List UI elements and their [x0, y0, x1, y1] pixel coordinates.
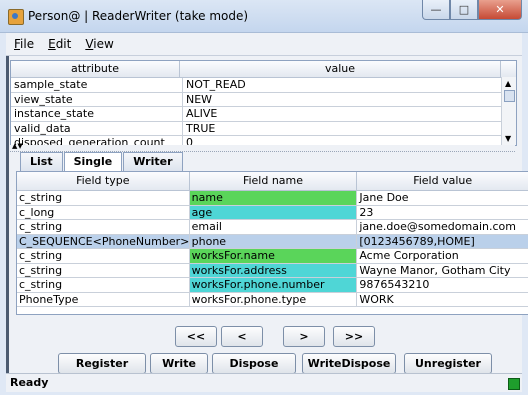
- table-row[interactable]: PhoneType worksFor.phone.type WORK: [17, 292, 528, 307]
- table-row[interactable]: c_string email jane.doe@somedomain.com: [17, 220, 528, 235]
- menu-view[interactable]: View: [85, 37, 113, 51]
- last-sample-button[interactable]: >>: [333, 326, 375, 347]
- value-cell: NOT_READ: [183, 78, 507, 92]
- write-dispose-button[interactable]: WriteDispose: [302, 353, 396, 374]
- menu-file[interactable]: File: [14, 37, 34, 51]
- column-header-value[interactable]: value: [180, 61, 501, 77]
- application-window: Person@ | ReaderWriter (take mode) — □ ✕…: [0, 0, 528, 395]
- field-name-cell: worksFor.address: [189, 263, 358, 277]
- column-header-field-name[interactable]: Field name: [190, 172, 358, 190]
- status-indicator-icon: [508, 378, 520, 390]
- first-sample-button[interactable]: <<: [175, 326, 217, 347]
- column-header-field-type[interactable]: Field type: [17, 172, 190, 190]
- column-header-field-value[interactable]: Field value: [357, 172, 528, 190]
- table-row[interactable]: c_string worksFor.phone.number 9876543210: [17, 278, 528, 293]
- tab-strip: List Single Writer: [20, 152, 184, 172]
- table-row[interactable]: c_string name Jane Doe: [17, 191, 528, 206]
- table-row[interactable]: sample_state NOT_READ: [11, 78, 516, 93]
- maximize-button[interactable]: □: [450, 0, 478, 20]
- write-button[interactable]: Write: [150, 353, 208, 374]
- status-text: Ready: [10, 376, 49, 389]
- field-type-cell: c_string: [17, 278, 190, 292]
- field-name-cell: worksFor.phone.number: [189, 278, 358, 292]
- scroll-down-icon[interactable]: ▼: [505, 134, 511, 143]
- unregister-button[interactable]: Unregister: [404, 353, 492, 374]
- fields-table: Field type Field name Field value c_stri…: [16, 171, 528, 315]
- menu-edit[interactable]: Edit: [48, 37, 71, 51]
- field-type-cell: c_string: [17, 191, 190, 205]
- field-value-cell[interactable]: Wayne Manor, Gotham City: [357, 264, 528, 278]
- field-value-cell[interactable]: jane.doe@somedomain.com: [357, 220, 528, 234]
- tab-writer[interactable]: Writer: [123, 152, 183, 171]
- field-value-cell[interactable]: Acme Corporation: [357, 249, 528, 263]
- minimize-button[interactable]: —: [422, 0, 450, 20]
- field-value-cell[interactable]: [0123456789,HOME]: [357, 234, 528, 248]
- close-button[interactable]: ✕: [478, 0, 522, 20]
- value-cell: ALIVE: [183, 107, 507, 121]
- table-row[interactable]: valid_data TRUE: [11, 121, 516, 136]
- collapse-arrows-icon[interactable]: ▲▼: [12, 142, 23, 150]
- scroll-up-icon[interactable]: ▲: [505, 79, 511, 88]
- menu-bar: File Edit View: [6, 33, 522, 56]
- table-row[interactable]: c_string worksFor.address Wayne Manor, Got…: [17, 263, 528, 278]
- split-pane-divider[interactable]: ▲▼: [10, 142, 515, 152]
- tab-list[interactable]: List: [20, 152, 63, 171]
- sample-info-table: attribute value sample_state NOT_READ vie…: [10, 60, 517, 146]
- field-type-cell: c_long: [17, 205, 190, 219]
- attribute-cell: valid_data: [11, 121, 183, 135]
- table-row[interactable]: c_string worksFor.name Acme Corporation: [17, 249, 528, 264]
- table-row-selected[interactable]: C_SEQUENCE<PhoneNumber> phone [0123456789,…: [17, 234, 528, 249]
- scroll-thumb[interactable]: [504, 90, 515, 102]
- field-value-cell[interactable]: 23: [357, 206, 528, 220]
- field-type-cell: c_string: [17, 249, 190, 263]
- field-value-cell[interactable]: 9876543210: [357, 278, 528, 292]
- field-name-cell: worksFor.phone.type: [190, 292, 358, 306]
- left-edge: [6, 56, 9, 389]
- field-name-cell: name: [189, 191, 358, 205]
- register-button[interactable]: Register: [58, 353, 146, 374]
- previous-sample-button[interactable]: <: [221, 326, 263, 347]
- table-row[interactable]: c_long age 23: [17, 205, 528, 220]
- table-row[interactable]: view_state NEW: [11, 92, 516, 107]
- field-type-cell: c_string: [17, 263, 190, 277]
- field-name-cell: email: [190, 220, 358, 234]
- column-header-attribute[interactable]: attribute: [11, 61, 180, 77]
- status-bar: Ready: [6, 373, 522, 392]
- field-type-cell: PhoneType: [17, 292, 190, 306]
- field-type-cell: C_SEQUENCE<PhoneNumber>: [17, 234, 190, 248]
- value-cell: TRUE: [183, 121, 507, 135]
- field-type-cell: c_string: [17, 220, 190, 234]
- window-title: Person@ | ReaderWriter (take mode): [28, 9, 249, 23]
- title-bar: Person@ | ReaderWriter (take mode) — □ ✕: [0, 0, 528, 33]
- field-name-cell: age: [189, 205, 358, 219]
- attribute-cell: view_state: [11, 92, 183, 106]
- value-cell: NEW: [183, 92, 507, 106]
- attribute-cell: instance_state: [11, 107, 183, 121]
- field-value-cell[interactable]: Jane Doe: [357, 191, 528, 205]
- next-sample-button[interactable]: >: [283, 326, 325, 347]
- tab-single[interactable]: Single: [63, 152, 123, 172]
- field-value-cell[interactable]: WORK: [357, 293, 528, 307]
- field-name-cell: worksFor.name: [189, 249, 358, 263]
- table-row[interactable]: instance_state ALIVE: [11, 107, 516, 122]
- vertical-scrollbar[interactable]: ▲ ▼: [501, 77, 516, 145]
- dispose-button[interactable]: Dispose: [212, 353, 296, 374]
- attribute-cell: sample_state: [11, 78, 183, 92]
- app-icon: [8, 9, 24, 25]
- field-name-cell: phone: [189, 234, 358, 248]
